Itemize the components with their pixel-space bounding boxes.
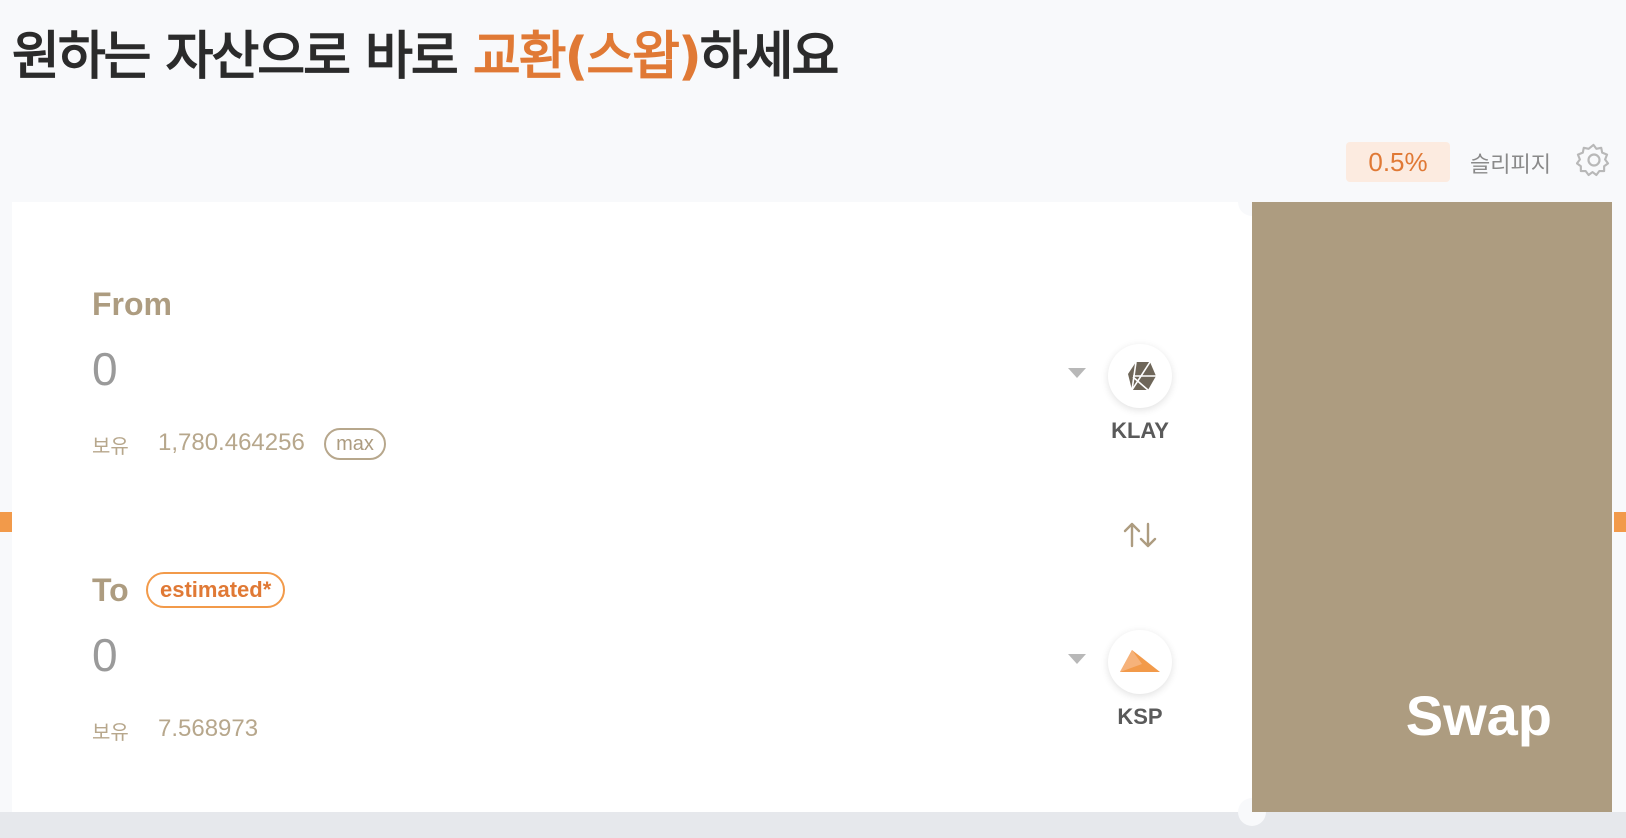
headline-suffix: 하세요	[699, 27, 840, 87]
swap-card: From 보유 1,780.464256 max KLAY To estimat…	[12, 202, 1252, 812]
from-amount-input[interactable]	[92, 342, 892, 396]
to-token-name[interactable]: KSP	[1094, 704, 1186, 730]
slippage-label: 슬리피지	[1470, 153, 1551, 178]
swap-button[interactable]: Swap	[1252, 202, 1612, 812]
to-label: To	[92, 572, 129, 608]
page-headline: 원하는 자산으로 바로 교환(스왑)하세요	[12, 14, 840, 89]
from-label: From	[92, 286, 172, 322]
right-accent-stripe	[1614, 512, 1626, 532]
headline-accent: 교환(스왑)	[472, 27, 702, 87]
left-accent-stripe	[0, 512, 12, 532]
estimated-badge: estimated*	[146, 572, 286, 608]
swap-arrows-icon[interactable]	[1118, 520, 1162, 550]
gear-icon[interactable]	[1576, 142, 1612, 178]
from-balance-value: 1,780.464256	[158, 429, 305, 456]
slippage-value[interactable]: 0.5%	[1346, 142, 1450, 182]
to-balance-label: 보유	[92, 720, 129, 744]
to-amount-input[interactable]	[92, 628, 892, 682]
to-balance-value: 7.568973	[158, 715, 259, 742]
from-token-dropdown-caret[interactable]	[1068, 368, 1086, 378]
headline-prefix: 원하는 자산으로 바로	[12, 27, 473, 87]
swap-button-label: Swap	[1405, 684, 1552, 747]
footer-shadow	[0, 812, 1626, 838]
ksp-token-icon[interactable]	[1108, 630, 1172, 694]
klay-logo-icon	[1128, 361, 1156, 391]
from-balance-label: 보유	[92, 434, 129, 458]
ksp-logo-icon	[1120, 650, 1160, 672]
max-button[interactable]: max	[324, 428, 386, 460]
klay-token-icon[interactable]	[1108, 344, 1172, 408]
to-token-dropdown-caret[interactable]	[1068, 654, 1086, 664]
from-token-name[interactable]: KLAY	[1094, 418, 1186, 444]
